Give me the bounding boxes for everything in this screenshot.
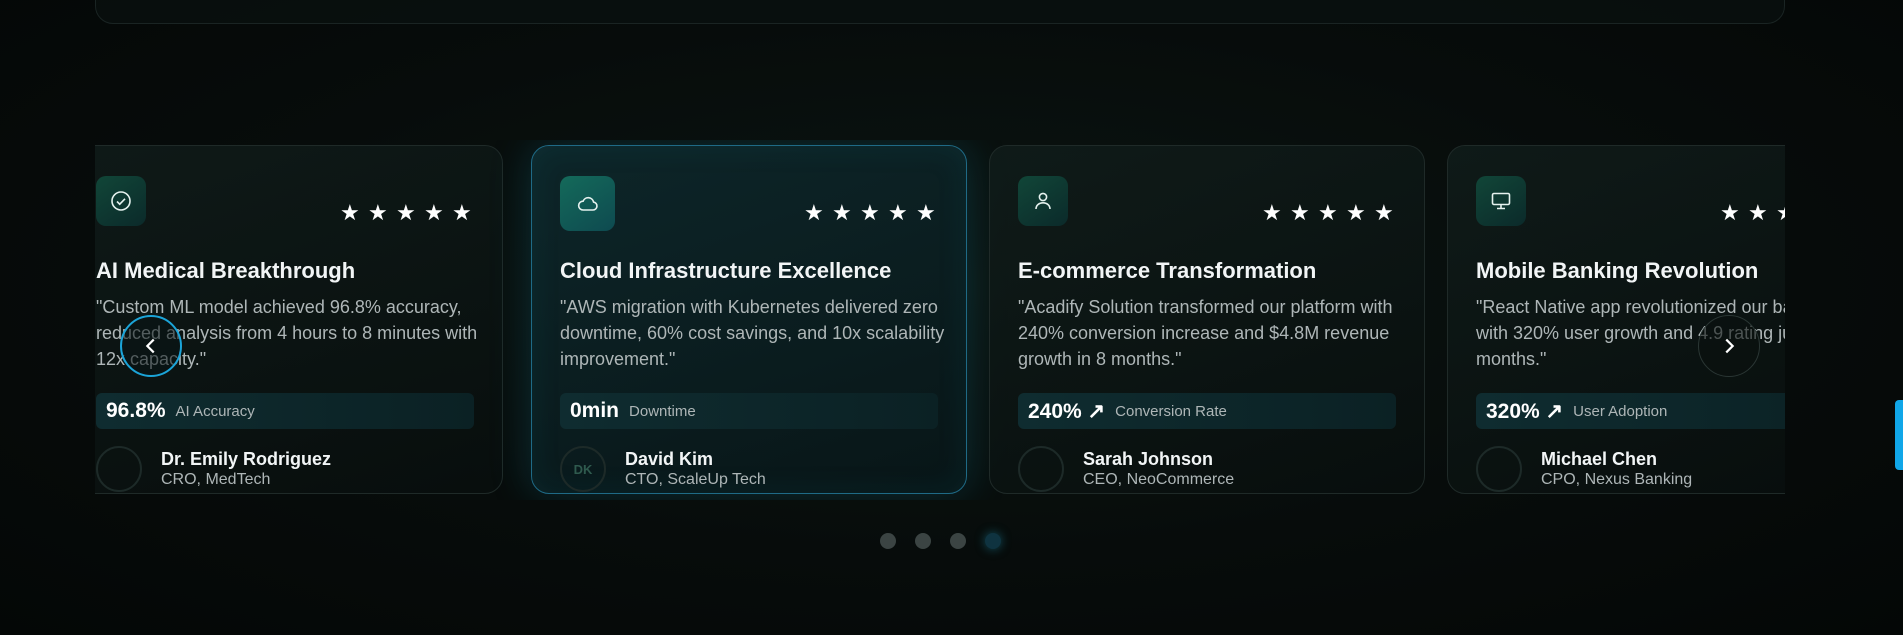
star-icon: ★ bbox=[804, 201, 824, 226]
metric-badge: 320% ↗ User Adoption bbox=[1476, 393, 1785, 429]
star-icon: ★ bbox=[1290, 201, 1310, 226]
card-title: AI Medical Breakthrough bbox=[96, 258, 356, 283]
metric-label: Conversion Rate bbox=[1115, 402, 1227, 420]
author-role: CPO, Nexus Banking bbox=[1541, 471, 1693, 488]
avatar bbox=[96, 446, 142, 492]
star-icon: ★ bbox=[916, 201, 936, 226]
star-icon: ★ bbox=[888, 201, 908, 226]
metric-badge: 96.8% AI Accuracy bbox=[96, 393, 474, 429]
scroll-indicator[interactable] bbox=[1895, 400, 1903, 470]
star-icon: ★ bbox=[1262, 201, 1282, 226]
star-icon: ★ bbox=[452, 201, 472, 226]
star-icon: ★ bbox=[396, 201, 416, 226]
card-title: E-commerce Transformation bbox=[1018, 258, 1317, 283]
author-name: Michael Chen bbox=[1541, 449, 1658, 469]
author: Dr. Emily Rodriguez CRO, MedTech bbox=[96, 446, 331, 492]
check-circle-icon bbox=[96, 176, 146, 226]
author-name: Dr. Emily Rodriguez bbox=[161, 449, 332, 469]
author: Sarah Johnson CEO, NeoCommerce bbox=[1018, 446, 1234, 492]
author-role: CEO, NeoCommerce bbox=[1083, 471, 1235, 488]
star-rating: ★ ★ ★ ★ ★ bbox=[1720, 203, 1785, 225]
author: Michael Chen CPO, Nexus Banking bbox=[1476, 446, 1692, 492]
metric-badge: 0min Downtime bbox=[560, 393, 938, 429]
top-panel bbox=[95, 0, 1785, 24]
metric-value: 96.8% bbox=[106, 399, 166, 422]
star-rating: ★ ★ ★ ★ ★ bbox=[1262, 203, 1396, 225]
star-icon: ★ bbox=[1720, 201, 1740, 226]
carousel-dot-4-active[interactable] bbox=[985, 533, 1001, 549]
metric-value: 240% ↗ bbox=[1028, 399, 1106, 423]
star-icon: ★ bbox=[832, 201, 852, 226]
avatar bbox=[1476, 446, 1522, 492]
star-icon: ★ bbox=[340, 201, 360, 226]
star-icon: ★ bbox=[1318, 201, 1338, 226]
star-rating: ★ ★ ★ ★ ★ bbox=[340, 203, 474, 225]
card-title: Mobile Banking Revolution bbox=[1476, 258, 1759, 283]
star-icon: ★ bbox=[1748, 201, 1768, 226]
testimonial-card-ecommerce[interactable]: ★ ★ ★ ★ ★ E-commerce Transformation "Aca… bbox=[989, 145, 1425, 494]
star-icon: ★ bbox=[368, 201, 388, 226]
star-icon: ★ bbox=[1374, 201, 1394, 226]
metric-badge: 240% ↗ Conversion Rate bbox=[1018, 393, 1396, 429]
chevron-left-icon bbox=[145, 338, 155, 354]
user-icon bbox=[1018, 176, 1068, 226]
star-icon: ★ bbox=[1776, 203, 1785, 225]
carousel-pagination bbox=[880, 533, 1001, 549]
cloud-icon bbox=[560, 176, 615, 231]
star-rating: ★ ★ ★ ★ ★ bbox=[804, 203, 938, 225]
monitor-icon bbox=[1476, 176, 1526, 226]
card-title: Cloud Infrastructure Excellence bbox=[560, 258, 892, 283]
author-name: Sarah Johnson bbox=[1083, 449, 1214, 469]
star-icon: ★ bbox=[1346, 201, 1366, 226]
testimonial-card-cloud[interactable]: ★ ★ ★ ★ ★ Cloud Infrastructure Excellenc… bbox=[531, 145, 967, 494]
testimonial-carousel: ★ ★ ★ ★ ★ AI Medical Breakthrough "Custo… bbox=[95, 140, 1785, 500]
author-role: CRO, MedTech bbox=[161, 471, 271, 488]
carousel-next-button[interactable] bbox=[1698, 315, 1760, 377]
metric-label: AI Accuracy bbox=[175, 402, 255, 420]
metric-value: 320% ↗ bbox=[1486, 399, 1564, 423]
metric-label: Downtime bbox=[629, 402, 696, 420]
star-icon: ★ bbox=[860, 201, 880, 226]
author-role: CTO, ScaleUp Tech bbox=[625, 471, 766, 488]
chevron-right-icon bbox=[1725, 338, 1735, 354]
card-quote: "AWS migration with Kubernetes delivered… bbox=[560, 297, 945, 369]
author: DK David Kim CTO, ScaleUp Tech bbox=[560, 446, 766, 492]
metric-value: 0min bbox=[570, 399, 620, 422]
avatar bbox=[1018, 446, 1064, 492]
card-quote: "Acadify Solution transformed our platfo… bbox=[1018, 297, 1393, 369]
star-icon: ★ bbox=[424, 201, 444, 226]
carousel-prev-button[interactable] bbox=[120, 315, 182, 377]
carousel-dot-2[interactable] bbox=[915, 533, 931, 549]
author-name: David Kim bbox=[625, 449, 714, 469]
carousel-dot-3[interactable] bbox=[950, 533, 966, 549]
metric-label: User Adoption bbox=[1573, 402, 1668, 420]
avatar: DK bbox=[560, 446, 606, 492]
carousel-dot-1[interactable] bbox=[880, 533, 896, 549]
